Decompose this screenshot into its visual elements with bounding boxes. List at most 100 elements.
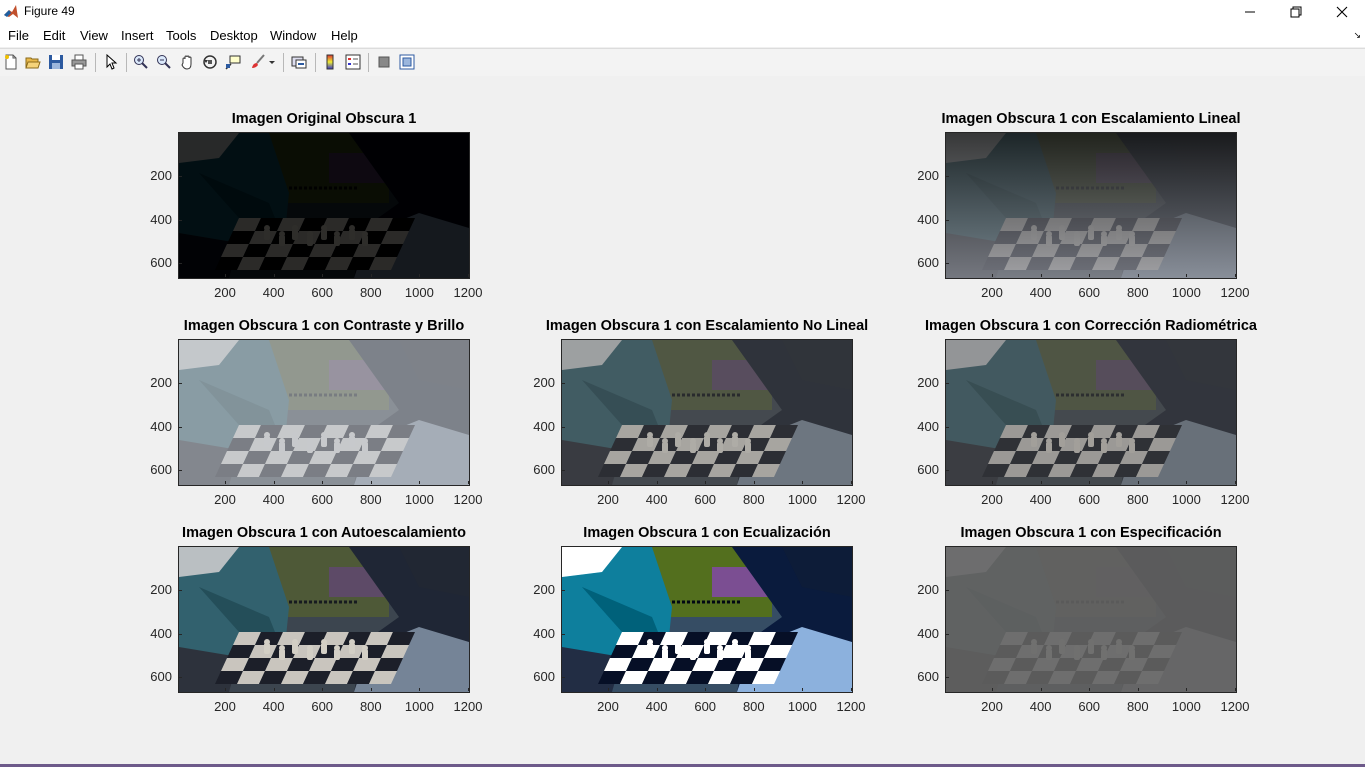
y-tick-label: 400	[150, 211, 172, 227]
x-tick-label: 1200	[1220, 285, 1250, 300]
figure-toolbar	[0, 48, 1365, 77]
y-tick-mark	[179, 263, 182, 264]
y-tick-mark	[946, 677, 949, 678]
x-tick-mark	[802, 481, 804, 484]
x-tick-mark	[322, 688, 324, 691]
dock-arrow-icon[interactable]: ↘	[1353, 30, 1361, 41]
brush-icon	[252, 54, 265, 68]
y-tick-mark	[562, 383, 565, 384]
data-cursor-button[interactable]	[224, 53, 242, 71]
menu-desktop[interactable]: Desktop	[210, 28, 258, 43]
minimize-button[interactable]	[1227, 0, 1273, 24]
x-tick-label: 400	[262, 699, 285, 714]
close-icon	[1336, 6, 1348, 18]
open-file-button[interactable]	[24, 53, 42, 71]
subplot-image[interactable]	[945, 132, 1237, 279]
x-tick-label: 400	[645, 492, 668, 507]
x-tick-mark	[753, 688, 755, 691]
x-tick-label: 800	[359, 699, 382, 714]
close-button[interactable]	[1319, 0, 1365, 24]
x-tick-label: 200	[981, 699, 1003, 714]
save-icon	[49, 55, 63, 69]
x-tick-mark	[419, 274, 421, 277]
y-tick-label: 400	[533, 625, 555, 641]
y-tick-label: 600	[917, 255, 939, 270]
zoom-in-button[interactable]	[132, 53, 150, 71]
x-tick-mark	[225, 274, 226, 277]
x-tick-mark	[1186, 274, 1188, 277]
new-figure-button[interactable]	[2, 53, 20, 71]
subplot-image[interactable]	[561, 546, 853, 693]
x-tick-mark	[1089, 688, 1091, 691]
x-tick-label: 600	[694, 699, 717, 714]
subplot-image[interactable]	[561, 339, 853, 486]
y-tick-label: 600	[533, 669, 555, 684]
pan-button[interactable]	[178, 53, 196, 71]
menu-edit[interactable]: Edit	[43, 28, 65, 43]
legend-button[interactable]	[344, 53, 362, 71]
rotate-3d-button[interactable]	[201, 53, 219, 71]
menu-window[interactable]: Window	[270, 28, 316, 43]
x-tick-mark	[851, 481, 852, 484]
y-tick-label: 400	[917, 211, 939, 227]
y-tick-mark	[179, 426, 182, 428]
axes-title: Imagen Obscura 1 con Especificación	[960, 525, 1222, 541]
x-tick-label: 800	[359, 285, 382, 300]
colorbar-button[interactable]	[321, 53, 339, 71]
colorbar-icon	[326, 54, 334, 70]
y-tick-mark	[562, 633, 565, 635]
print-button[interactable]	[70, 53, 88, 71]
subplot-image[interactable]	[178, 132, 470, 279]
y-tick-label: 400	[150, 625, 172, 641]
window-title: Figure 49	[24, 4, 75, 18]
y-tick-label: 200	[533, 375, 555, 390]
y-tick-mark	[179, 383, 182, 384]
y-tick-label: 600	[917, 669, 939, 684]
subplot-image[interactable]	[945, 339, 1237, 486]
x-tick-mark	[851, 688, 852, 691]
x-tick-mark	[1089, 274, 1091, 277]
subplot-image[interactable]	[178, 546, 470, 693]
y-tick-mark	[946, 219, 949, 221]
x-tick-mark	[419, 481, 421, 484]
subplot-image[interactable]	[945, 546, 1237, 693]
menu-insert[interactable]: Insert	[121, 28, 154, 43]
y-tick-mark	[946, 263, 949, 264]
x-tick-mark	[370, 481, 372, 484]
x-tick-label: 600	[1078, 699, 1101, 714]
save-button[interactable]	[47, 53, 65, 71]
edit-plot-icon	[106, 54, 118, 70]
hide-plot-tools-button[interactable]	[375, 53, 393, 71]
toolbar-separator	[283, 53, 284, 72]
menu-tools[interactable]: Tools	[166, 28, 196, 43]
minimize-icon	[1245, 11, 1255, 13]
menu-help[interactable]: Help	[331, 28, 358, 43]
y-tick-label: 200	[917, 168, 939, 183]
legend-icon	[345, 54, 361, 70]
link-plot-button[interactable]	[290, 53, 308, 71]
y-tick-mark	[562, 426, 565, 428]
y-tick-mark	[179, 470, 182, 471]
x-tick-mark	[1137, 688, 1139, 691]
toolbar-separator	[368, 53, 369, 72]
x-tick-label: 1000	[1171, 492, 1201, 507]
print-icon	[71, 54, 87, 70]
zoom-out-button[interactable]	[155, 53, 173, 71]
subplot-image[interactable]	[178, 339, 470, 486]
show-plot-tools-button[interactable]	[398, 53, 416, 71]
menu-view[interactable]: View	[80, 28, 108, 43]
brush-button[interactable]	[249, 53, 267, 71]
zoom-in-icon	[134, 55, 148, 69]
edit-plot-button[interactable]	[102, 53, 120, 71]
show-plot-tools-icon	[399, 54, 415, 70]
y-tick-mark	[946, 383, 949, 384]
axes-title: Imagen Obscura 1 con Ecualización	[583, 525, 831, 541]
x-tick-mark	[1040, 481, 1042, 484]
restore-button[interactable]	[1273, 0, 1319, 24]
title-bar: Figure 49	[0, 0, 1365, 24]
restore-icon	[1290, 6, 1302, 18]
y-tick-label: 200	[150, 582, 172, 597]
x-tick-mark	[273, 688, 275, 691]
menu-file[interactable]: File	[8, 28, 29, 43]
brush-dropdown[interactable]	[267, 53, 277, 71]
